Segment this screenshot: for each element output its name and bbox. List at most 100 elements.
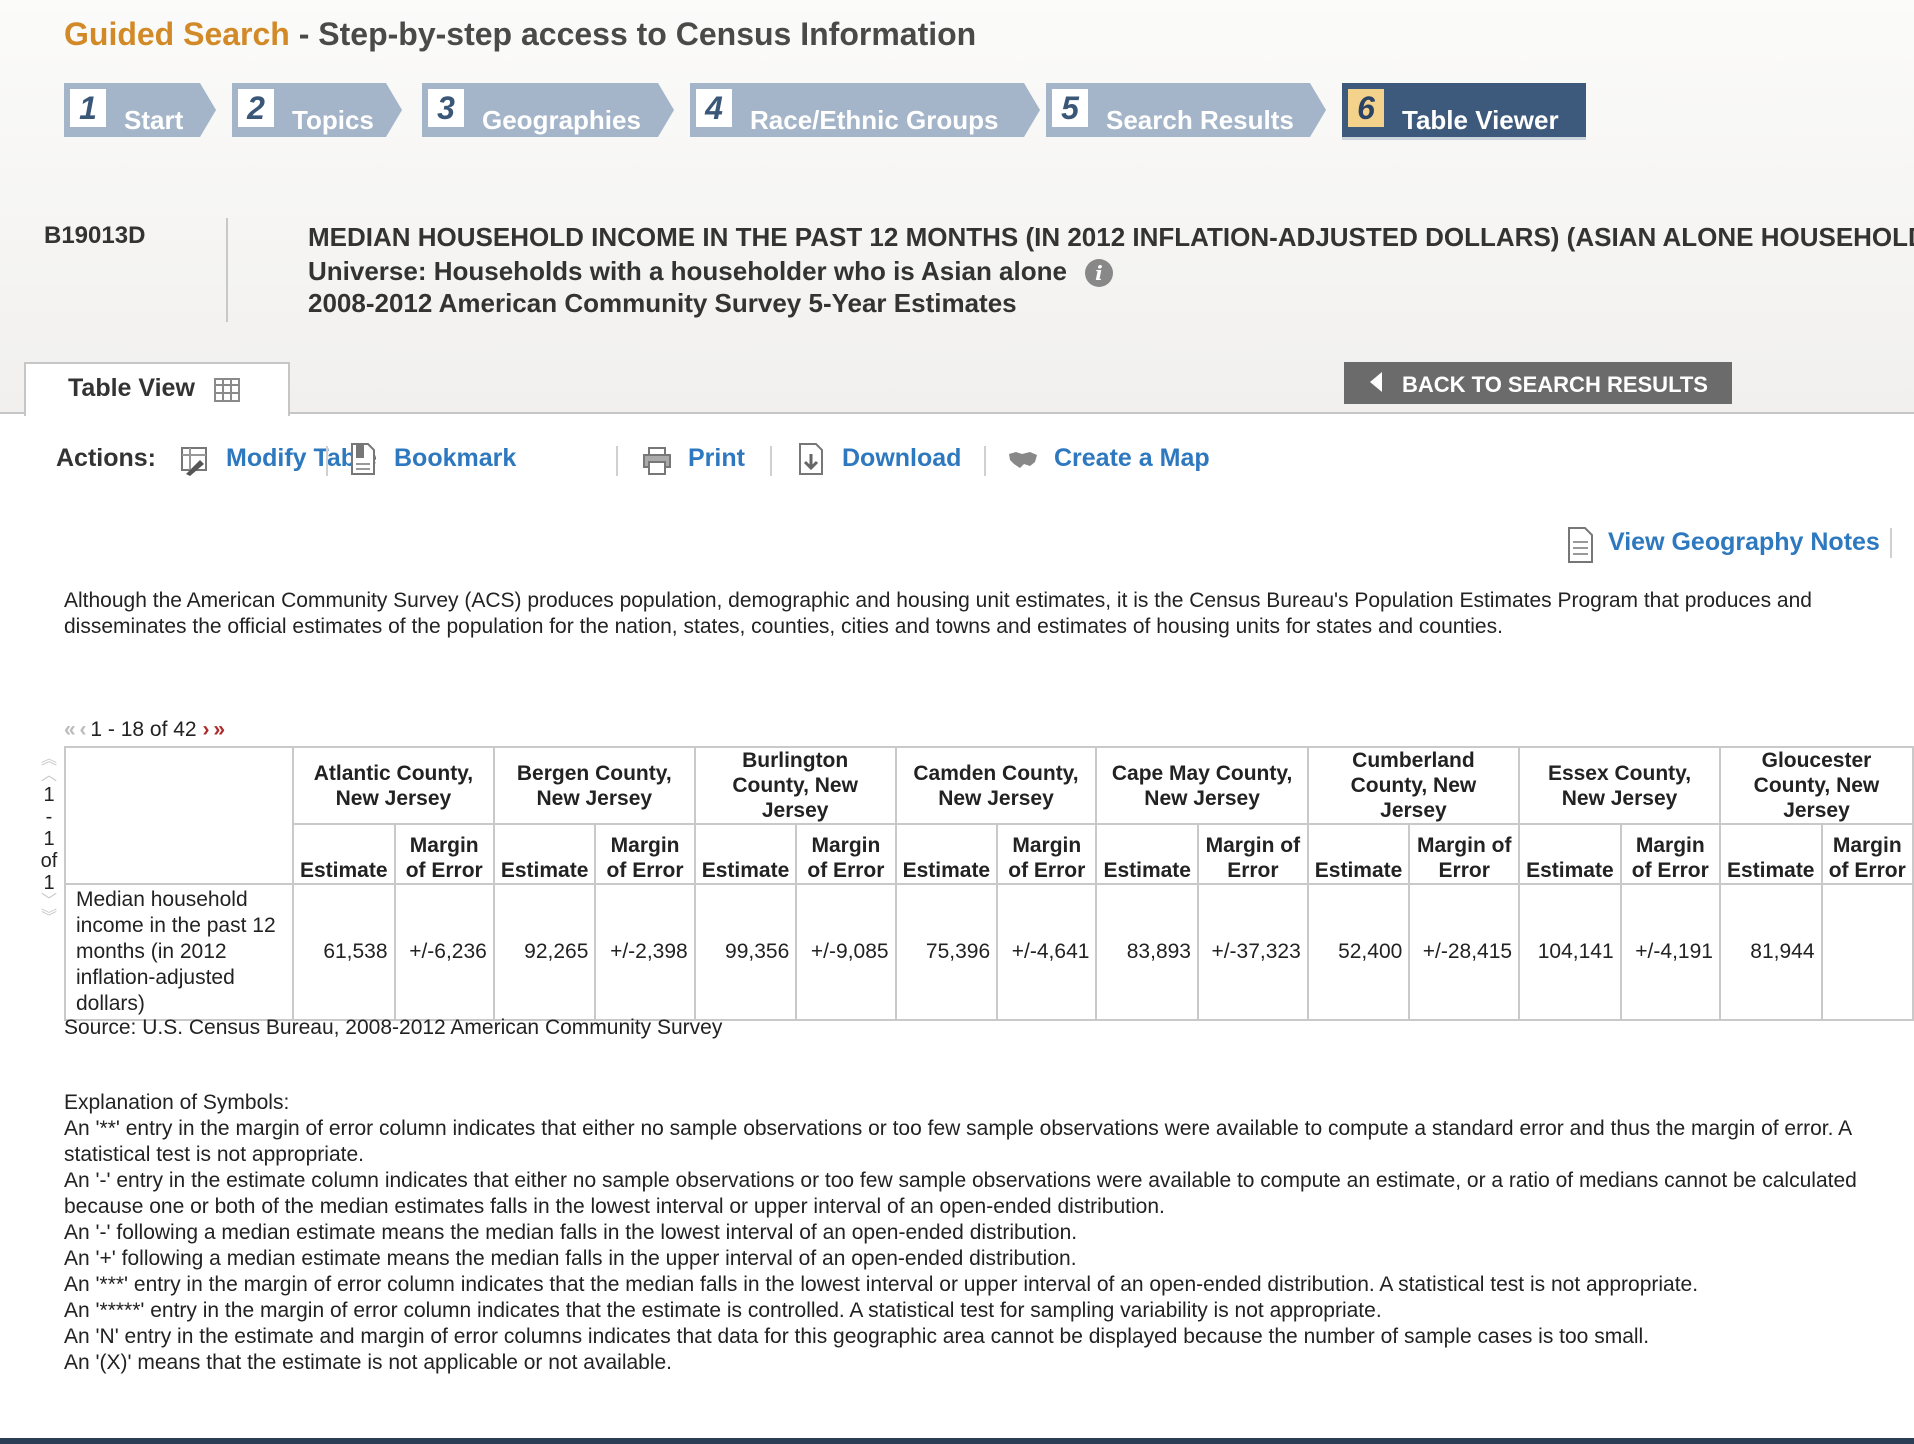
symbols-heading: Explanation of Symbols: <box>64 1091 290 1114</box>
estimate-header: Estimate <box>492 823 597 885</box>
last-page-icon[interactable]: » <box>213 718 225 741</box>
estimate-cell: 104,141 <box>1518 883 1622 1021</box>
page-title: Guided Search - Step-by-step access to C… <box>64 16 976 53</box>
bookmark-link[interactable]: Bookmark <box>394 444 516 473</box>
estimate-header: Estimate <box>1718 823 1823 885</box>
step-label: Topics <box>292 105 374 135</box>
estimate-header: Estimate <box>1518 823 1622 885</box>
tab-label: Table View <box>68 374 195 402</box>
table-id: B19013D <box>44 222 146 249</box>
divider <box>226 218 228 322</box>
info-icon[interactable]: i <box>1084 259 1113 288</box>
step-label: Race/Ethnic Groups <box>750 105 999 135</box>
us-map-icon <box>1009 452 1037 468</box>
step-start[interactable]: 1 Start <box>64 83 216 137</box>
step-table-viewer[interactable]: 6 Table Viewer <box>1342 83 1586 137</box>
step-label: Geographies <box>482 105 641 135</box>
subheader-row: Estimate Margin of Error Estimate Margin… <box>65 823 1914 885</box>
geo-header: Essex County, New Jersey <box>1518 746 1721 825</box>
moe-header: Margin of Error <box>1196 823 1309 885</box>
row-last-icon[interactable]: ︾ <box>36 910 62 926</box>
separator <box>1890 528 1892 558</box>
estimate-header: Estimate <box>894 823 999 885</box>
moe-header: Margin of Error <box>1820 823 1914 885</box>
symbol-line: An '*****' entry in the margin of error … <box>64 1299 1382 1322</box>
download-link[interactable]: Download <box>842 444 961 473</box>
download-icon <box>799 443 823 475</box>
row-next-icon[interactable]: ﹀ <box>36 894 62 910</box>
symbol-line: An '***' entry in the margin of error co… <box>64 1273 1699 1296</box>
moe-cell: +/-37,323 <box>1196 883 1309 1021</box>
step-number: 3 <box>428 89 464 127</box>
column-pager: « ‹ 1 - 18 of 42 › » <box>64 718 225 742</box>
row-total: 1 <box>43 872 55 894</box>
separator <box>326 446 328 476</box>
row-dash: - <box>45 806 53 828</box>
arrow-left-icon <box>1370 372 1382 392</box>
row-top: 1 <box>43 784 55 806</box>
step-number: 5 <box>1052 89 1088 127</box>
prev-page-icon[interactable]: ‹ <box>80 718 87 741</box>
estimate-header: Estimate <box>292 823 396 885</box>
step-number: 2 <box>238 89 274 127</box>
row-prev-icon[interactable]: ︿ <box>36 768 62 784</box>
step-navigation: 1 Start 2 Topics 3 Geographies 4 Race/Et… <box>64 83 1824 141</box>
moe-cell: +/-9,085 <box>795 883 897 1021</box>
first-page-icon[interactable]: « <box>64 718 76 741</box>
estimate-cell: 83,893 <box>1095 883 1199 1021</box>
step-label: Start <box>124 105 184 135</box>
step-geographies[interactable]: 3 Geographies <box>422 83 674 137</box>
separator <box>984 446 986 476</box>
geo-header: Burlington County, New Jersey <box>693 746 897 825</box>
step-label: Table Viewer <box>1402 105 1559 135</box>
moe-header: Margin of Error <box>1408 823 1521 885</box>
moe-cell: +/-4,641 <box>996 883 1098 1021</box>
create-map-link[interactable]: Create a Map <box>1054 444 1210 473</box>
page-range: 1 - 18 of 42 <box>90 718 197 741</box>
row-mid: 1 <box>43 828 55 850</box>
row-first-icon[interactable]: ︽ <box>36 752 62 768</box>
estimate-header: Estimate <box>1306 823 1411 885</box>
table-row: Median household income in the past 12 m… <box>64 883 1914 1021</box>
next-page-icon[interactable]: › <box>202 718 209 741</box>
data-table: Atlantic County, New Jersey Bergen Count… <box>64 746 1914 1021</box>
tab-table-view[interactable]: Table View <box>24 362 290 416</box>
moe-header: Margin of Error <box>795 823 897 885</box>
symbol-line: An '-' following a median estimate means… <box>64 1221 1078 1244</box>
estimate-cell: 61,538 <box>292 883 396 1021</box>
estimate-cell: 99,356 <box>693 883 798 1021</box>
row-pager: ︽ ︿ 1 - 1 of 1 ﹀ ︾ <box>36 752 62 926</box>
moe-header: Margin of Error <box>594 823 696 885</box>
symbol-line: An '(X)' means that the estimate is not … <box>64 1351 673 1374</box>
estimate-header: Estimate <box>1095 823 1199 885</box>
symbol-line: An 'N' entry in the estimate and margin … <box>64 1325 1650 1348</box>
bookmark-icon <box>351 443 375 475</box>
moe-cell: +/-2,398 <box>594 883 696 1021</box>
footer-rule <box>0 1438 1914 1444</box>
estimate-cell: 52,400 <box>1306 883 1411 1021</box>
back-to-search-results-button[interactable]: BACK TO SEARCH RESULTS <box>1344 362 1732 404</box>
corner-cell <box>64 746 294 885</box>
back-button-label: BACK TO SEARCH RESULTS <box>1402 372 1708 397</box>
geo-header: Atlantic County, New Jersey <box>292 746 495 825</box>
grid-icon <box>214 378 240 402</box>
universe-text: Universe: Households with a householder … <box>308 256 1067 286</box>
step-race-ethnic-groups[interactable]: 4 Race/Ethnic Groups <box>690 83 1040 137</box>
geography-header-row: Atlantic County, New Jersey Bergen Count… <box>64 746 1914 885</box>
geo-header: Bergen County, New Jersey <box>492 746 696 825</box>
title-rest: - Step-by-step access to Census Informat… <box>289 16 977 52</box>
geography-notes-link[interactable]: View Geography Notes <box>1608 528 1880 557</box>
moe-cell <box>1820 883 1914 1021</box>
universe-line: Universe: Households with a householder … <box>308 256 1113 288</box>
step-topics[interactable]: 2 Topics <box>232 83 402 137</box>
geo-header: Cumberland County, New Jersey <box>1306 746 1521 825</box>
print-link[interactable]: Print <box>688 444 745 473</box>
moe-header: Margin of Error <box>1619 823 1721 885</box>
step-number: 1 <box>70 89 106 127</box>
moe-cell: +/-4,191 <box>1619 883 1721 1021</box>
actions-bar: Actions: Modify Table Bookmark Print Dow… <box>56 440 1356 480</box>
estimate-cell: 81,944 <box>1718 883 1823 1021</box>
step-search-results[interactable]: 5 Search Results <box>1046 83 1326 137</box>
table-title: MEDIAN HOUSEHOLD INCOME IN THE PAST 12 M… <box>308 222 1914 252</box>
geo-header: Cape May County, New Jersey <box>1095 746 1309 825</box>
